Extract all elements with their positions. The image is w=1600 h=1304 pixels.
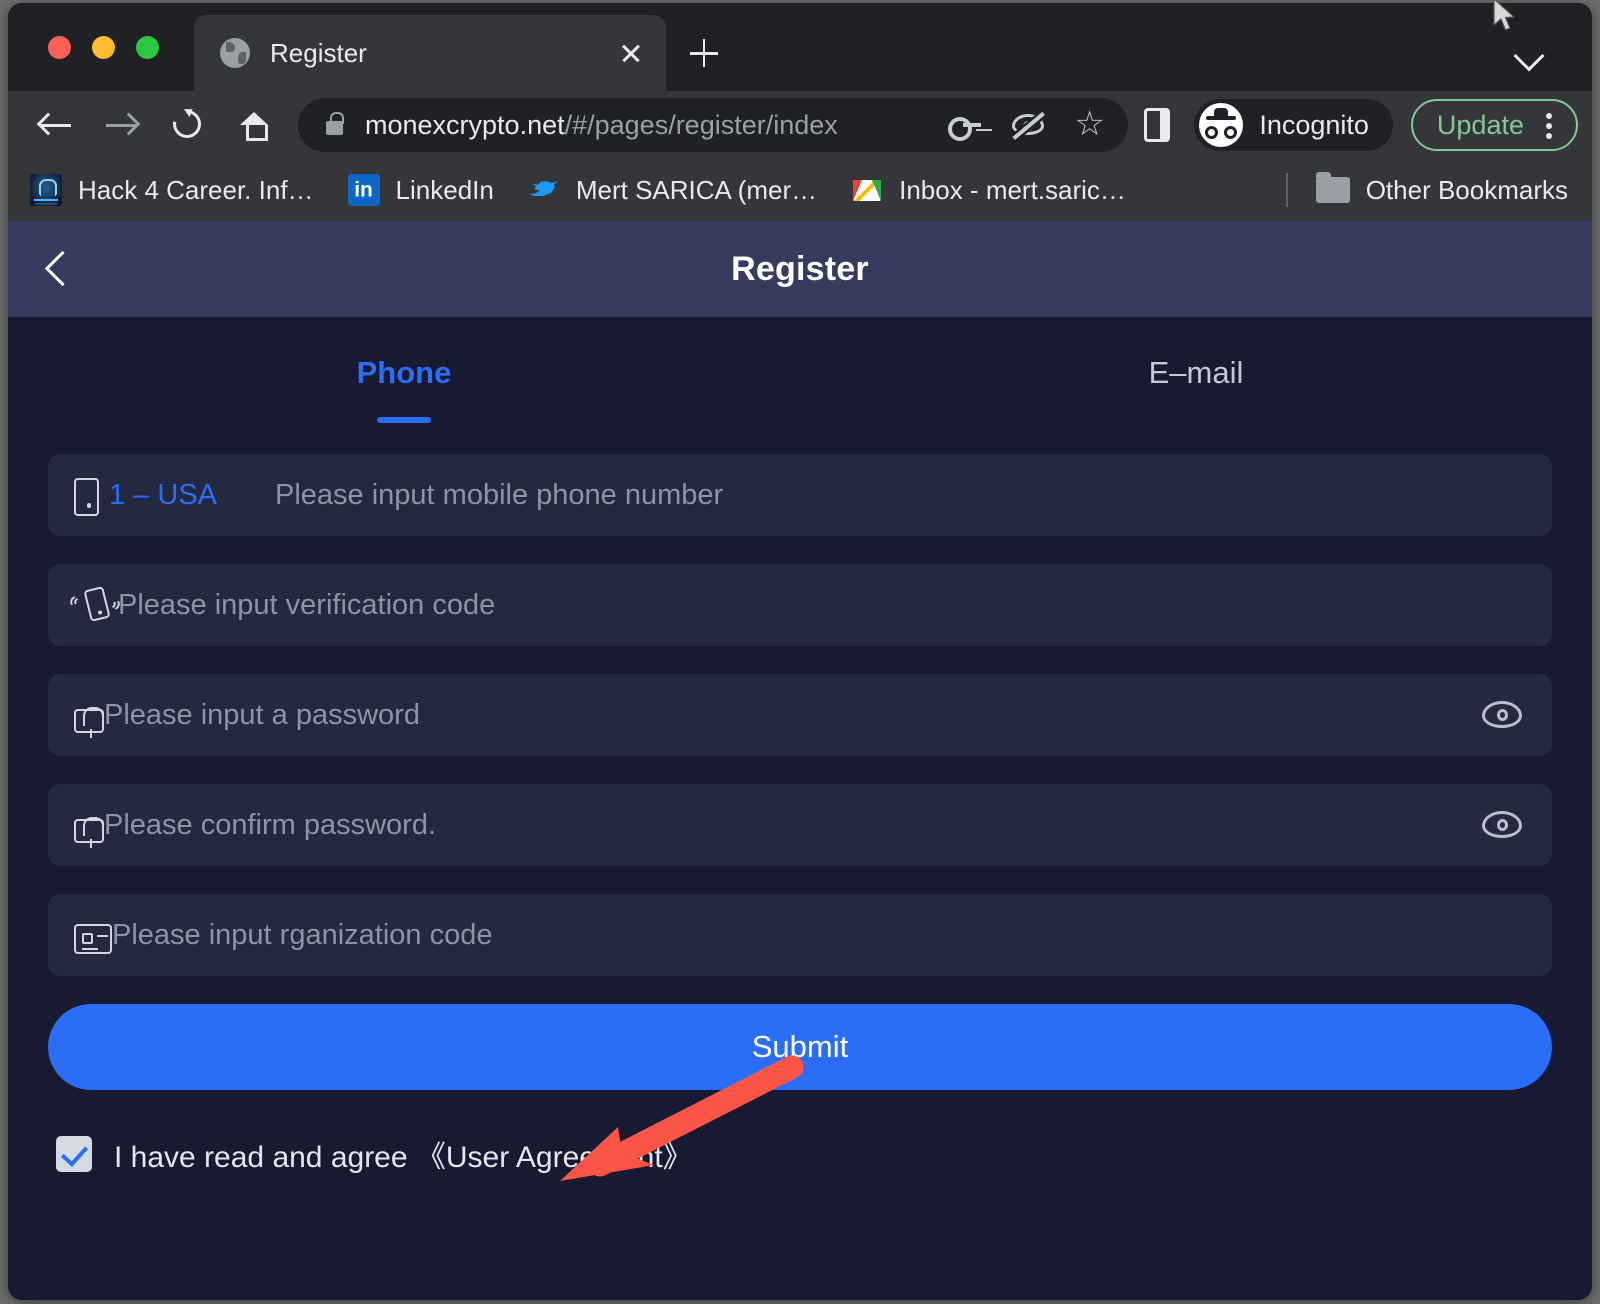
id-card-icon <box>74 924 112 954</box>
bookmarks-bar: Hack 4 Career. Inf… LinkedIn Mert SARICA… <box>8 159 1592 221</box>
bookmark-item[interactable]: Mert SARICA (mer… <box>528 174 817 206</box>
app-header: Register <box>8 221 1592 317</box>
bookmark-item[interactable]: Hack 4 Career. Inf… <box>30 174 314 206</box>
bookmark-item[interactable]: LinkedIn <box>347 174 494 206</box>
update-label: Update <box>1436 109 1524 140</box>
gmail-favicon <box>851 174 883 206</box>
chevron-down-icon[interactable] <box>1510 33 1550 73</box>
address-bar-url: monexcrypto.net/#/pages/register/index <box>365 110 838 141</box>
submit-button[interactable]: Submit <box>48 1004 1552 1090</box>
password-input[interactable] <box>104 698 1528 732</box>
browser-tab[interactable]: Register <box>194 15 666 91</box>
user-agreement-row: I have read and agree 《User Agreement》 <box>48 1132 1552 1176</box>
organization-code-input[interactable] <box>112 918 1528 952</box>
window-traffic-lights <box>48 36 159 59</box>
linkedin-favicon <box>347 174 380 206</box>
lock-icon <box>74 707 104 738</box>
password-field[interactable] <box>48 674 1552 756</box>
browser-window: Register monexcrypto.net/#/pages/registe… <box>8 3 1592 1300</box>
back-arrow-icon[interactable] <box>30 99 82 151</box>
other-bookmarks-button[interactable]: Other Bookmarks <box>1315 172 1568 206</box>
maximize-window-button[interactable] <box>136 36 159 59</box>
confirm-password-input[interactable] <box>104 808 1528 842</box>
mobile-phone-icon <box>74 477 99 516</box>
other-bookmarks-group: Other Bookmarks <box>1285 172 1568 207</box>
eye-icon[interactable] <box>1482 701 1522 729</box>
profile-incognito-button[interactable]: Incognito <box>1194 99 1393 151</box>
url-path: /#/pages/register/index <box>564 109 838 140</box>
incognito-icon <box>1199 103 1244 147</box>
tab-email[interactable]: E–mail <box>800 355 1592 423</box>
register-form: 1 – USA Please input mobile phone number… <box>8 423 1592 1176</box>
kebab-menu-icon[interactable] <box>1532 105 1566 145</box>
address-bar-actions: ☆ <box>948 107 1106 141</box>
tab-phone-label: Phone <box>356 355 452 390</box>
bookmark-item[interactable]: Inbox - mert.saric… <box>851 174 1126 206</box>
country-code-selector[interactable]: 1 – USA <box>109 479 217 512</box>
forward-arrow-icon[interactable] <box>96 99 148 151</box>
chevron-left-icon[interactable] <box>32 243 84 295</box>
side-panel-icon[interactable] <box>1144 108 1171 142</box>
close-window-button[interactable] <box>48 36 71 59</box>
phone-number-input[interactable] <box>275 478 1528 512</box>
screenshot-root: Register monexcrypto.net/#/pages/registe… <box>0 0 1600 1304</box>
lock-icon <box>326 111 344 135</box>
agreement-label[interactable]: I have read and agree 《User Agreement》 <box>114 1132 693 1176</box>
bookmark-label: Hack 4 Career. Inf… <box>78 174 314 205</box>
bookmark-label: LinkedIn <box>395 174 494 205</box>
bookmarks-divider <box>1285 173 1288 207</box>
organization-code-field[interactable] <box>48 894 1552 976</box>
web-page-content: Register Phone E–mail 1 – USA Please inp… <box>8 221 1592 1300</box>
browser-tab-strip: Register <box>8 3 1592 91</box>
url-host: monexcrypto.net <box>365 109 565 140</box>
tab-email-label: E–mail <box>1148 355 1244 390</box>
confirm-password-field[interactable] <box>48 784 1552 866</box>
verification-code-input[interactable] <box>118 588 1528 622</box>
other-bookmarks-label: Other Bookmarks <box>1365 174 1568 205</box>
twitter-favicon <box>528 174 560 206</box>
phone-vibrate-icon <box>68 584 122 628</box>
eye-icon[interactable] <box>1482 811 1522 839</box>
new-tab-icon[interactable] <box>680 29 728 77</box>
profile-label: Incognito <box>1259 109 1369 140</box>
verification-code-field[interactable] <box>48 564 1552 646</box>
bookmark-label: Mert SARICA (mer… <box>575 174 818 205</box>
address-bar[interactable]: monexcrypto.net/#/pages/register/index ☆ <box>298 98 1129 152</box>
lock-icon <box>74 817 104 848</box>
browser-toolbar: monexcrypto.net/#/pages/register/index ☆… <box>8 91 1592 159</box>
home-icon[interactable] <box>228 99 280 151</box>
agreement-checkbox[interactable] <box>56 1136 92 1172</box>
phone-field[interactable]: 1 – USA <box>48 454 1552 536</box>
bookmark-label: Inbox - mert.saric… <box>899 174 1126 205</box>
update-button[interactable]: Update <box>1410 99 1578 151</box>
star-icon[interactable]: ☆ <box>1074 107 1106 141</box>
reload-icon[interactable] <box>162 99 214 151</box>
minimize-window-button[interactable] <box>92 36 115 59</box>
folder-icon <box>1315 172 1350 203</box>
tab-phone[interactable]: Phone <box>8 355 800 423</box>
hack4career-favicon <box>30 174 62 206</box>
globe-icon <box>220 38 250 68</box>
register-method-tabs: Phone E–mail <box>8 317 1592 423</box>
eye-off-icon[interactable] <box>1010 111 1046 140</box>
close-icon[interactable] <box>614 36 648 70</box>
key-icon[interactable] <box>948 112 982 141</box>
tab-title: Register <box>270 37 367 68</box>
page-title: Register <box>731 249 869 288</box>
